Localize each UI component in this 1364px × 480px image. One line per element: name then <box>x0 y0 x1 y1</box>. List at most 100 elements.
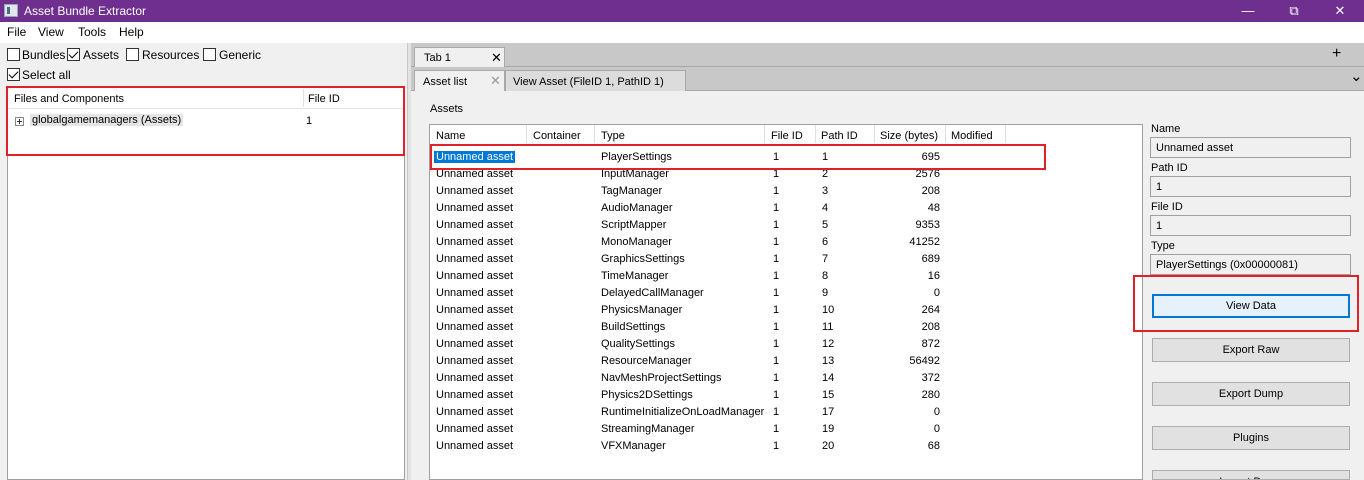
path-id-label: Path ID <box>1151 162 1188 174</box>
file-id-field[interactable]: 1 <box>1150 215 1351 236</box>
cell-file-id: 1 <box>773 406 780 418</box>
cell-name: Unnamed asset <box>436 338 514 350</box>
table-row[interactable]: Unnamed asset InputManager 1 2 2576 <box>430 166 1142 183</box>
col-modified[interactable]: Modified <box>951 130 993 142</box>
export-raw-button[interactable]: Export Raw <box>1152 338 1350 362</box>
table-row[interactable]: Unnamed asset GraphicsSettings 1 7 689 <box>430 251 1142 268</box>
minimize-icon[interactable]: — <box>1225 0 1271 22</box>
cell-path-id: 9 <box>822 287 829 299</box>
cell-path-id: 8 <box>822 270 829 282</box>
window-title: Asset Bundle Extractor <box>24 4 147 18</box>
col-separator <box>764 125 765 143</box>
tab-view-asset-label: View Asset (FileID 1, PathID 1) <box>513 76 664 88</box>
cell-size: 372 <box>921 372 940 384</box>
table-row[interactable]: Unnamed asset RuntimeInitializeOnLoadMana… <box>430 404 1142 421</box>
table-row[interactable]: Unnamed asset TimeManager 1 8 16 <box>430 268 1142 285</box>
col-container[interactable]: Container <box>533 130 581 142</box>
add-tab-icon[interactable]: + <box>1332 45 1341 63</box>
tab-close-icon[interactable]: ✕ <box>491 50 502 66</box>
col-file-id[interactable]: File ID <box>771 130 803 142</box>
close-icon[interactable]: ✕ <box>1317 0 1363 22</box>
cell-path-id: 2 <box>822 168 829 180</box>
cell-file-id: 1 <box>773 389 780 401</box>
select-all-filter[interactable]: Select all <box>7 67 77 83</box>
table-row[interactable]: Unnamed asset PhysicsManager 1 10 264 <box>430 302 1142 319</box>
table-row[interactable]: Unnamed asset TagManager 1 3 208 <box>430 183 1142 200</box>
cell-type: GraphicsSettings <box>601 253 685 265</box>
name-field-value: Unnamed asset <box>1156 142 1234 154</box>
cell-file-id: 1 <box>773 304 780 316</box>
path-id-field[interactable]: 1 <box>1150 176 1351 197</box>
select-all-label: Select all <box>22 68 71 82</box>
col-size[interactable]: Size (bytes) <box>880 130 938 142</box>
name-label: Name <box>1151 123 1181 135</box>
col-path-id[interactable]: Path ID <box>821 130 858 142</box>
cell-type: InputManager <box>601 168 669 180</box>
cell-name: Unnamed asset <box>436 287 514 299</box>
tab-asset-list-label: Asset list <box>423 76 468 88</box>
restore-icon[interactable]: ⧉ <box>1271 0 1317 22</box>
cell-size: 695 <box>921 151 940 163</box>
tab-view-asset[interactable]: View Asset (FileID 1, PathID 1) <box>505 70 686 91</box>
app-icon <box>4 4 18 17</box>
cell-file-id: 1 <box>773 236 780 248</box>
bundles-filter[interactable]: Bundles <box>7 47 67 63</box>
files-tree[interactable]: Files and Components File ID globalgamem… <box>7 86 405 480</box>
cell-size: 9353 <box>915 219 940 231</box>
resources-filter[interactable]: Resources <box>126 47 199 63</box>
menu-help[interactable]: Help <box>119 25 144 39</box>
table-row[interactable]: Unnamed asset Physics2DSettings 1 15 280 <box>430 387 1142 404</box>
file-id-field-value: 1 <box>1156 220 1163 232</box>
type-field[interactable]: PlayerSettings (0x00000081) <box>1150 254 1351 275</box>
view-data-button[interactable]: View Data <box>1152 294 1350 318</box>
expand-plus-icon[interactable] <box>15 117 24 126</box>
table-row[interactable]: Unnamed asset MonoManager 1 6 41252 <box>430 234 1142 251</box>
select-all-checkbox[interactable] <box>7 68 20 81</box>
bundles-label: Bundles <box>22 48 66 62</box>
generic-filter[interactable]: Generic <box>203 47 263 63</box>
cell-type: DelayedCallManager <box>601 287 704 299</box>
table-row[interactable]: Unnamed asset ScriptMapper 1 5 9353 <box>430 217 1142 234</box>
table-row[interactable]: Unnamed asset StreamingManager 1 19 0 <box>430 421 1142 438</box>
resources-checkbox[interactable] <box>126 48 139 61</box>
plugins-button[interactable]: Plugins <box>1152 426 1350 450</box>
generic-label: Generic <box>219 48 262 62</box>
cell-size: 56492 <box>909 355 940 367</box>
menu-view[interactable]: View <box>38 25 64 39</box>
tab-1[interactable]: Tab 1 ✕ <box>414 47 505 67</box>
table-row[interactable]: Unnamed asset ResourceManager 1 13 56492 <box>430 353 1142 370</box>
tree-item-name[interactable]: globalgamemanagers (Assets) <box>30 114 184 126</box>
col-separator <box>874 125 875 143</box>
header-file-id[interactable]: File ID <box>308 93 340 105</box>
cell-path-id: 7 <box>822 253 829 265</box>
tab-asset-list[interactable]: Asset list ✕ <box>414 70 505 91</box>
bundles-checkbox[interactable] <box>7 48 20 61</box>
tab-asset-list-close-icon[interactable]: ✕ <box>490 73 501 89</box>
assets-section-label: Assets <box>430 103 464 115</box>
generic-checkbox[interactable] <box>203 48 216 61</box>
table-row[interactable]: Unnamed asset VFXManager 1 20 68 <box>430 438 1142 455</box>
assets-checkbox[interactable] <box>67 48 80 61</box>
export-dump-button[interactable]: Export Dump <box>1152 382 1350 406</box>
cell-type: PhysicsManager <box>601 304 683 316</box>
table-row[interactable]: Unnamed asset BuildSettings 1 11 208 <box>430 319 1142 336</box>
import-dump-button[interactable]: Import Dump <box>1152 470 1350 480</box>
cell-size: 41252 <box>909 236 940 248</box>
cell-type: TagManager <box>601 185 663 197</box>
menu-file[interactable]: File <box>7 25 26 39</box>
name-field[interactable]: Unnamed asset <box>1150 137 1351 158</box>
table-row[interactable]: Unnamed asset NavMeshProjectSettings 1 14 37… <box>430 370 1142 387</box>
header-files-and-components[interactable]: Files and Components <box>14 93 124 105</box>
asset-table[interactable]: Name Container Type File ID Path ID Size… <box>429 124 1143 480</box>
cell-type: PlayerSettings <box>601 151 672 163</box>
table-row[interactable]: Unnamed asset AudioManager 1 4 48 <box>430 200 1142 217</box>
table-row[interactable]: Unnamed asset DelayedCallManager 1 9 0 <box>430 285 1142 302</box>
menu-tools[interactable]: Tools <box>78 25 106 39</box>
assets-filter[interactable]: Assets <box>67 47 122 63</box>
table-row[interactable]: Unnamed asset QualitySettings 1 12 872 <box>430 336 1142 353</box>
table-row[interactable]: Unnamed asset PlayerSettings 1 1 695 <box>430 149 1142 166</box>
col-name[interactable]: Name <box>436 130 465 142</box>
col-type[interactable]: Type <box>601 130 625 142</box>
cell-file-id: 1 <box>773 270 780 282</box>
chevron-down-icon[interactable]: ⌄ <box>1350 67 1363 85</box>
